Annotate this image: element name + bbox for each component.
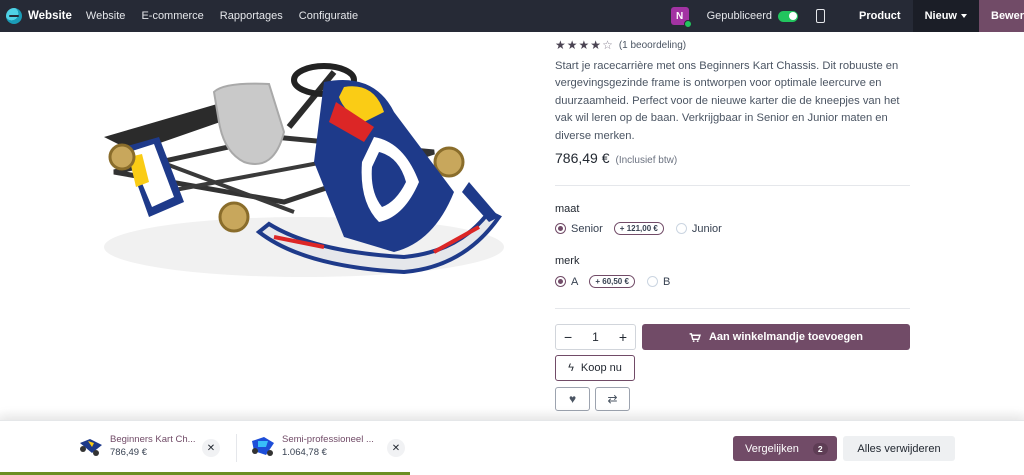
compare-count-badge: 2 [812,442,828,455]
heart-icon: ♥ [568,392,577,406]
compare-toggle-button[interactable]: ⇄ [595,387,630,411]
size-junior-radio[interactable] [675,223,687,234]
brand-a-radio[interactable] [555,276,566,287]
close-icon: ✕ [391,442,401,454]
compare-arrows-icon: ⇄ [607,392,618,406]
star-full-icon: ★ [555,38,566,52]
remove-all-label: Alles verwijderen [857,442,941,455]
website-logo-icon [6,8,22,24]
star-full-icon: ★ [590,38,602,52]
brand-label: Website [28,10,72,22]
website-brand[interactable]: Website [6,8,72,24]
new-button[interactable]: Nieuw [912,0,979,32]
product-menu-label: Product [859,10,901,22]
divider [555,308,910,309]
product-menu-button[interactable]: Product [847,0,913,32]
toggle-switch-icon[interactable] [778,10,799,22]
published-label: Gepubliceerd [706,10,773,22]
compare-item-name[interactable]: Beginners Kart Ch... [110,434,196,446]
compare-item[interactable]: Beginners Kart Ch... 786,49 € [78,433,196,459]
buy-now-button[interactable]: ϟ Koop nu [555,355,635,381]
compare-item[interactable]: Semi-professioneel ... 1.064,78 € [250,433,374,459]
brand-options: A + 60,50 € B [555,275,676,288]
size-options: Senior + 121,00 € Junior [555,222,728,235]
size-senior-label[interactable]: Senior [571,223,603,235]
price-row: 786,49 € (Inclusief btw) [555,150,677,166]
product-compare-bar: Beginners Kart Ch... 786,49 € ✕ Semi-pro… [0,409,1024,475]
compare-button[interactable]: Vergelijken 2 [733,436,837,461]
star-full-icon: ★ [566,38,578,52]
remove-compare-item-button[interactable]: ✕ [387,439,405,457]
edit-button-label: Bewerken [991,10,1024,22]
tax-note: (Inclusief btw) [615,155,678,166]
minus-icon[interactable]: − [564,329,572,345]
top-navbar: Website Website E-commerce Rapportages C… [0,0,1024,32]
buy-now-label: Koop nu [580,362,622,374]
avatar-initial: N [675,10,684,22]
size-senior-radio[interactable] [555,223,566,234]
quantity-stepper: − 1 + [555,324,636,350]
menu-website[interactable]: Website [86,10,126,22]
size-junior-label[interactable]: Junior [692,223,722,235]
attribute-label-size: maat [555,203,580,215]
compare-item-price: 1.064,78 € [282,446,327,458]
compare-item-thumbnail [78,433,104,459]
menu-configuration[interactable]: Configuratie [299,10,358,22]
brand-a-label[interactable]: A [571,276,578,288]
caret-down-icon [961,14,967,18]
mobile-preview-icon[interactable] [816,9,826,23]
star-empty-icon: ☆ [602,38,613,52]
compare-separator [236,434,237,462]
compare-item-name[interactable]: Semi-professioneel ... [282,434,374,446]
compare-item-thumbnail [250,433,276,459]
compare-button-label: Vergelijken [745,442,799,455]
add-to-cart-button[interactable]: Aan winkelmandje toevoegen [642,324,910,350]
brand-a-extra-price: + 60,50 € [589,275,635,288]
product-image [74,42,515,290]
plus-icon[interactable]: + [619,329,627,345]
attribute-label-brand: merk [555,255,580,267]
quantity-value[interactable]: 1 [592,330,599,344]
lightning-icon: ϟ [568,362,574,374]
add-to-cart-label: Aan winkelmandje toevoegen [708,331,864,343]
review-count[interactable]: (1 beoordeling) [619,40,686,51]
publish-toggle[interactable]: Gepubliceerd [706,10,799,22]
brand-b-label[interactable]: B [663,276,670,288]
product-price: 786,49 € [555,150,610,166]
user-avatar[interactable]: N [670,7,692,28]
menu-reports[interactable]: Rapportages [220,10,283,22]
divider [555,185,910,186]
compare-bar-shadow [0,409,1024,421]
edit-button[interactable]: Bewerken [979,0,1024,32]
brand-b-radio[interactable] [646,276,658,287]
product-rating[interactable]: ★ ★ ★ ★ ☆ (1 beoordeling) [555,38,686,52]
compare-item-price: 786,49 € [110,446,147,458]
size-senior-extra-price: + 121,00 € [613,222,664,235]
close-icon: ✕ [206,442,216,454]
remove-all-button[interactable]: Alles verwijderen [843,436,955,461]
online-status-icon [683,20,692,28]
cart-icon [689,332,701,342]
star-full-icon: ★ [578,38,590,52]
wishlist-button[interactable]: ♥ [555,387,590,411]
new-button-label: Nieuw [924,10,957,22]
menu-ecommerce[interactable]: E-commerce [141,10,203,22]
product-description: Start je racecarrière met ons Beginners … [555,60,900,142]
remove-compare-item-button[interactable]: ✕ [202,439,220,457]
